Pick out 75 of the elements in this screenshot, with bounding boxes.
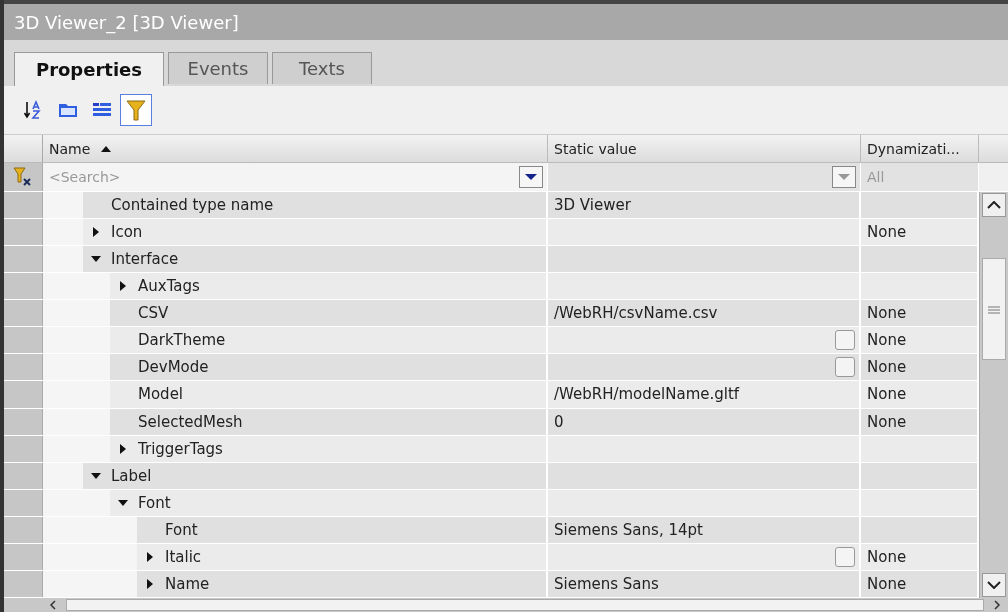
property-name: DevMode [137,358,209,377]
row-header [4,489,43,516]
column-header[interactable]: Static value [548,135,861,162]
filter-icon [125,98,147,122]
scroll-down-icon[interactable] [982,573,1006,597]
search-input[interactable]: <Search> [43,168,519,186]
collapsed-arrow-icon[interactable] [120,443,126,454]
checkbox[interactable] [835,546,855,567]
property-value: 0 [553,412,564,431]
property-name: Icon [110,223,143,242]
scrollbar-thumb[interactable] [66,599,984,611]
dynamization-value: None [866,331,907,350]
row-header [4,462,43,489]
collapsed-arrow-icon[interactable] [120,281,126,292]
property-name: Font [164,520,198,539]
property-value: Siemens Sans [553,574,659,593]
dynamization-value: None [866,304,907,323]
property-value: /WebRH/csvName.csv [553,304,718,323]
collapsed-arrow-icon[interactable] [147,578,153,589]
scroll-left-icon[interactable] [48,600,58,610]
clear-filter-icon[interactable] [13,166,33,188]
row-header [4,327,43,354]
property-name: Interface [110,250,179,269]
scrollbar-thumb[interactable] [982,258,1006,360]
property-name: AuxTags [137,277,200,296]
tab[interactable]: Properties [14,52,164,86]
property-value: /WebRH/modelName.gltf [553,385,740,404]
property-name: Name [164,574,210,593]
expanded-arrow-icon[interactable] [118,499,128,506]
property-name: Font [137,493,171,512]
row-header [4,246,43,273]
dynamization-value: None [866,574,907,593]
dynamization-value: None [866,547,907,566]
property-name: TriggerTags [137,439,223,458]
row-header [4,300,43,327]
row-header [4,354,43,381]
property-name: DarkTheme [137,331,226,350]
row-header [4,570,43,597]
column-header[interactable]: Name [43,135,548,162]
dynamization-value: None [866,412,907,431]
property-value: 3D Viewer [553,196,631,215]
row-header [4,381,43,408]
collapsed-arrow-icon[interactable] [93,227,99,238]
dynamization-value: None [866,385,907,404]
dynamization-value: None [866,358,907,377]
property-value: Siemens Sans, 14pt [553,520,703,539]
tab[interactable]: Texts [272,52,372,84]
row-header [4,516,43,543]
row-header [4,435,43,462]
filter-button[interactable] [120,94,152,126]
scroll-right-icon[interactable] [992,600,1002,610]
tab[interactable]: Events [168,52,268,84]
property-name: Model [137,385,184,404]
row-header [4,408,43,435]
row-header [4,543,43,570]
dynamization-value: None [866,223,907,242]
property-name: SelectedMesh [137,412,243,431]
row-header [4,219,43,246]
value-filter-field[interactable] [548,163,861,191]
scroll-up-icon[interactable] [982,193,1006,217]
property-name: Label [110,466,152,485]
expanded-arrow-icon[interactable] [91,472,101,479]
vertical-scrollbar[interactable] [979,192,1008,598]
column-header[interactable]: Dynamizati... [861,135,979,162]
expanded-arrow-icon[interactable] [91,256,101,263]
collapsed-arrow-icon[interactable] [147,551,153,562]
search-field[interactable]: <Search> [43,163,548,191]
checkbox[interactable] [835,357,855,378]
property-name: Italic [164,547,202,566]
row-header [4,273,43,300]
property-name: CSV [137,304,169,323]
checkbox[interactable] [835,330,855,351]
property-name: Contained type name [110,196,274,215]
horizontal-scrollbar[interactable] [4,598,1008,612]
window-title: 3D Viewer_2 [3D Viewer] [14,11,239,33]
